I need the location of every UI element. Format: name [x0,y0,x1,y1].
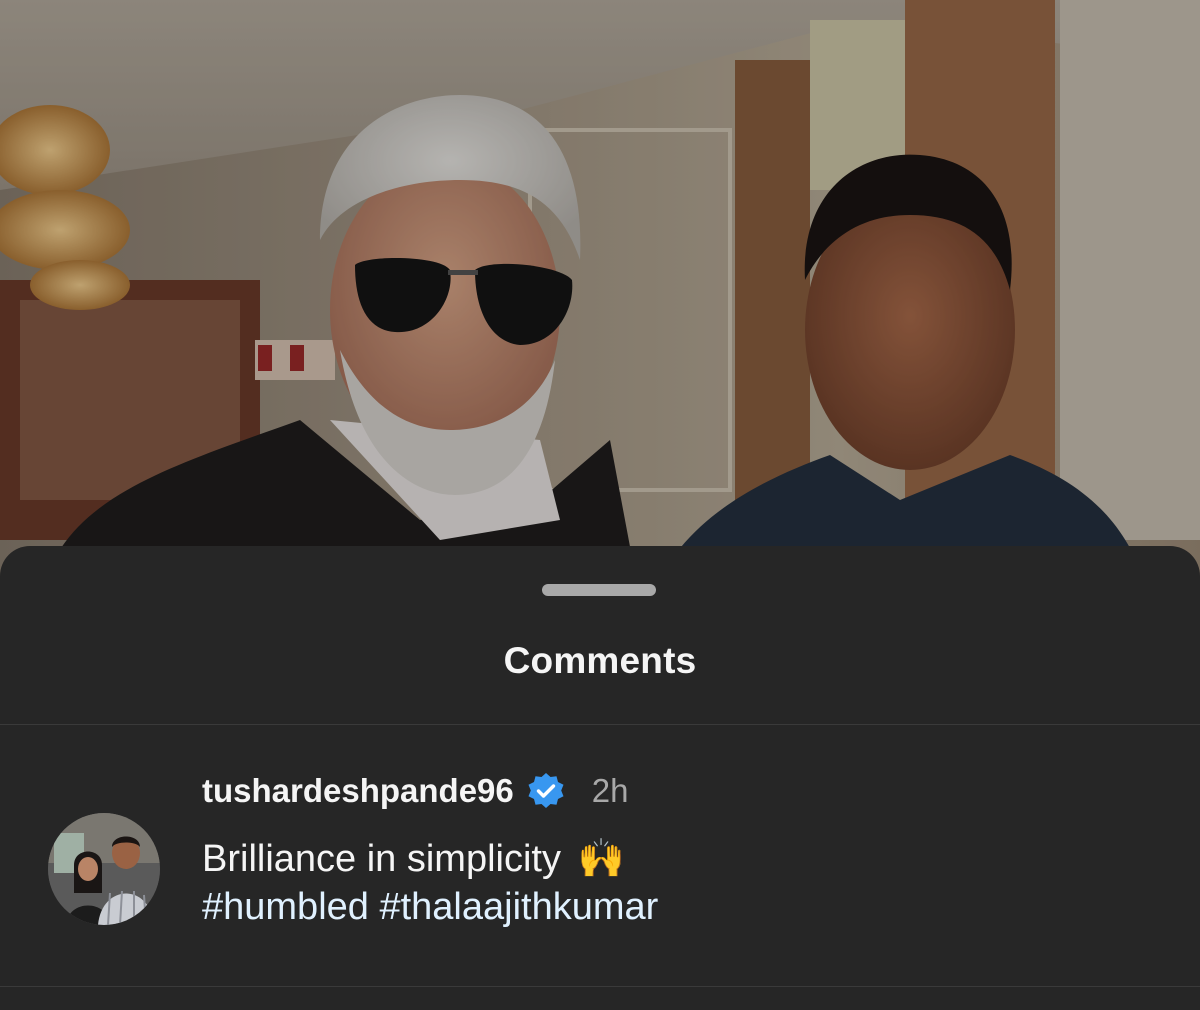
verified-badge-icon [526,771,566,811]
comments-sheet: Comments tushardeshpande96 2h Brilliance… [0,546,1200,1010]
comment-text: Brilliance in simplicity [202,838,561,880]
username[interactable]: tushardeshpande96 [202,772,514,810]
drag-handle[interactable] [542,584,656,596]
comment-hashtags[interactable]: #humbled #thalaajithkumar [202,883,1102,931]
sheet-title: Comments [503,640,697,681]
comment-text-line: Brilliance in simplicity 🙌 [202,835,1102,883]
raising-hands-emoji: 🙌 [577,838,625,880]
instagram-comments-screen: Comments tushardeshpande96 2h Brilliance… [0,0,1200,1010]
avatar[interactable] [48,813,160,925]
comment-timestamp: 2h [591,772,629,809]
comment-body: Brilliance in simplicity 🙌 #humbled #tha… [202,835,1102,931]
post-photo [0,0,1200,600]
comment-divider [0,986,1200,987]
comment-item[interactable]: tushardeshpande96 2h Brilliance in simpl… [0,725,1200,985]
comment-header: tushardeshpande96 2h [202,771,628,811]
